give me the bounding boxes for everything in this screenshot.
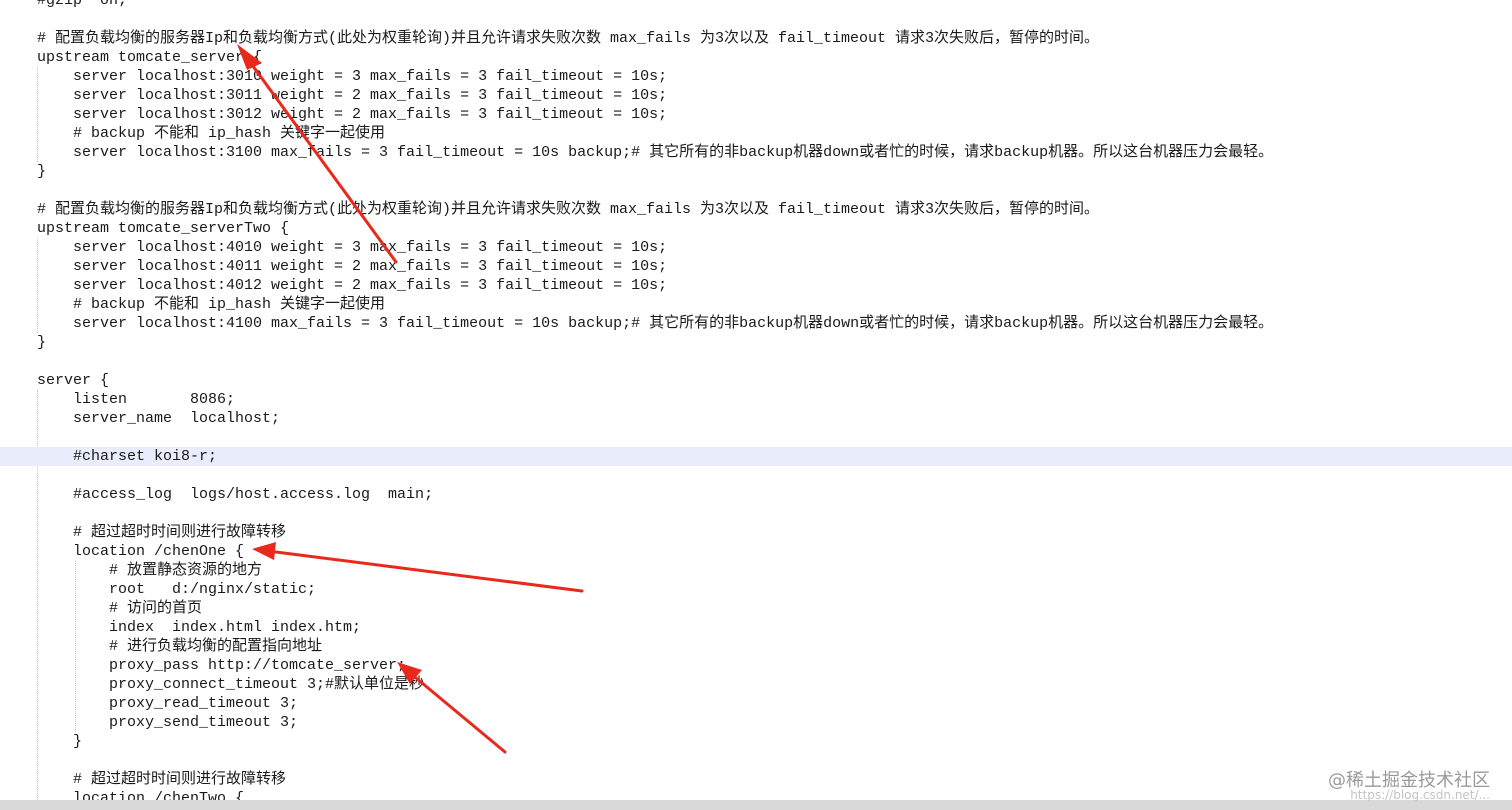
code-line-text: server { xyxy=(37,372,110,389)
code-line[interactable]: } xyxy=(0,732,1512,751)
code-line[interactable]: server localhost:3100 max_fails = 3 fail… xyxy=(0,143,1512,162)
code-line[interactable]: # 进行负载均衡的配置指向地址 xyxy=(0,637,1512,656)
code-line-text: server localhost:4010 weight = 3 max_fai… xyxy=(37,239,668,256)
code-line[interactable]: proxy_read_timeout 3; xyxy=(0,694,1512,713)
code-line-text: } xyxy=(37,733,83,750)
code-line-text: server localhost:4011 weight = 2 max_fai… xyxy=(37,258,668,275)
code-line-text: #gzip on; xyxy=(37,0,128,9)
code-line[interactable]: server localhost:4100 max_fails = 3 fail… xyxy=(0,314,1512,333)
code-line[interactable]: # 超过超时时间则进行故障转移 xyxy=(0,770,1512,789)
code-line[interactable]: #access_log logs/host.access.log main; xyxy=(0,485,1512,504)
code-line[interactable] xyxy=(0,466,1512,485)
code-line-text: # 超过超时时间则进行故障转移 xyxy=(37,524,287,541)
code-line-text: server_name localhost; xyxy=(37,410,281,427)
code-line-text: proxy_read_timeout 3; xyxy=(37,695,299,712)
code-line[interactable] xyxy=(0,181,1512,200)
code-line-text: # 访问的首页 xyxy=(37,600,203,617)
code-line[interactable] xyxy=(0,504,1512,523)
code-line-text: location /chenOne { xyxy=(37,543,245,560)
code-line-text: proxy_pass http://tomcate_server; xyxy=(37,657,407,674)
code-line[interactable]: server { xyxy=(0,371,1512,390)
code-line[interactable]: root d:/nginx/static; xyxy=(0,580,1512,599)
code-line[interactable] xyxy=(0,751,1512,770)
code-line-text: # 放置静态资源的地方 xyxy=(37,562,263,579)
code-line-text: index index.html index.htm; xyxy=(37,619,362,636)
code-line-text: server localhost:4100 max_fails = 3 fail… xyxy=(37,315,1274,332)
code-line[interactable]: } xyxy=(0,162,1512,181)
code-line[interactable] xyxy=(0,428,1512,447)
code-line-text: } xyxy=(37,163,47,180)
code-line[interactable]: # 访问的首页 xyxy=(0,599,1512,618)
code-line-text: server localhost:4012 weight = 2 max_fai… xyxy=(37,277,668,294)
code-line[interactable]: server localhost:3011 weight = 2 max_fai… xyxy=(0,86,1512,105)
code-line-text: root d:/nginx/static; xyxy=(37,581,317,598)
code-line[interactable]: proxy_pass http://tomcate_server; xyxy=(0,656,1512,675)
code-line-text: #charset koi8-r; xyxy=(37,448,218,465)
code-line[interactable]: #gzip on; xyxy=(0,0,1512,10)
code-line-text: # backup 不能和 ip_hash 关键字一起使用 xyxy=(37,125,386,142)
code-line-text: # 配置负载均衡的服务器Ip和负载均衡方式(此处为权重轮询)并且允许请求失败次数… xyxy=(37,201,1100,218)
code-line[interactable]: } xyxy=(0,333,1512,352)
code-line[interactable] xyxy=(0,10,1512,29)
code-line[interactable]: # 超过超时时间则进行故障转移 xyxy=(0,523,1512,542)
code-line[interactable]: # 配置负载均衡的服务器Ip和负载均衡方式(此处为权重轮询)并且允许请求失败次数… xyxy=(0,200,1512,219)
watermark-url: https://blog.csdn.net/... xyxy=(1350,788,1490,802)
code-line-text: # 超过超时时间则进行故障转移 xyxy=(37,771,287,788)
code-line[interactable]: # backup 不能和 ip_hash 关键字一起使用 xyxy=(0,124,1512,143)
code-line-text: # 进行负载均衡的配置指向地址 xyxy=(37,638,323,655)
code-line-text: upstream tomcate_server { xyxy=(37,49,263,66)
code-line-text: #access_log logs/host.access.log main; xyxy=(37,486,434,503)
code-line[interactable]: server localhost:4012 weight = 2 max_fai… xyxy=(0,276,1512,295)
code-line-text: # backup 不能和 ip_hash 关键字一起使用 xyxy=(37,296,386,313)
code-line[interactable]: listen 8086; xyxy=(0,390,1512,409)
code-line[interactable]: # 放置静态资源的地方 xyxy=(0,561,1512,580)
code-line[interactable]: index index.html index.htm; xyxy=(0,618,1512,637)
code-line-text: } xyxy=(37,334,47,351)
code-line-text: server localhost:3010 weight = 3 max_fai… xyxy=(37,68,668,85)
code-line-text: # 配置负载均衡的服务器Ip和负载均衡方式(此处为权重轮询)并且允许请求失败次数… xyxy=(37,30,1100,47)
code-line-text: proxy_send_timeout 3; xyxy=(37,714,299,731)
code-line-current[interactable]: #charset koi8-r; xyxy=(0,447,1512,466)
code-line[interactable]: # 配置负载均衡的服务器Ip和负载均衡方式(此处为权重轮询)并且允许请求失败次数… xyxy=(0,29,1512,48)
code-line-text: server localhost:3012 weight = 2 max_fai… xyxy=(37,106,668,123)
code-line[interactable] xyxy=(0,352,1512,371)
code-line[interactable]: server localhost:3012 weight = 2 max_fai… xyxy=(0,105,1512,124)
code-line-text: server localhost:3011 weight = 2 max_fai… xyxy=(37,87,668,104)
code-line[interactable]: server localhost:3010 weight = 3 max_fai… xyxy=(0,67,1512,86)
code-line[interactable]: server localhost:4010 weight = 3 max_fai… xyxy=(0,238,1512,257)
code-line[interactable]: server_name localhost; xyxy=(0,409,1512,428)
code-line-text: listen 8086; xyxy=(37,391,236,408)
code-line-text: server localhost:3100 max_fails = 3 fail… xyxy=(37,144,1274,161)
code-line[interactable]: proxy_send_timeout 3; xyxy=(0,713,1512,732)
code-line-text: upstream tomcate_serverTwo { xyxy=(37,220,290,237)
code-editor[interactable]: #gzip on; # 配置负载均衡的服务器Ip和负载均衡方式(此处为权重轮询)并… xyxy=(0,0,1512,810)
code-line[interactable]: upstream tomcate_server { xyxy=(0,48,1512,67)
code-line[interactable]: proxy_connect_timeout 3;#默认单位是秒 xyxy=(0,675,1512,694)
code-line[interactable]: upstream tomcate_serverTwo { xyxy=(0,219,1512,238)
code-line-text: proxy_connect_timeout 3;#默认单位是秒 xyxy=(37,676,425,693)
horizontal-scrollbar[interactable] xyxy=(0,800,1512,810)
code-line[interactable]: location /chenOne { xyxy=(0,542,1512,561)
code-line[interactable]: server localhost:4011 weight = 2 max_fai… xyxy=(0,257,1512,276)
code-line[interactable]: # backup 不能和 ip_hash 关键字一起使用 xyxy=(0,295,1512,314)
